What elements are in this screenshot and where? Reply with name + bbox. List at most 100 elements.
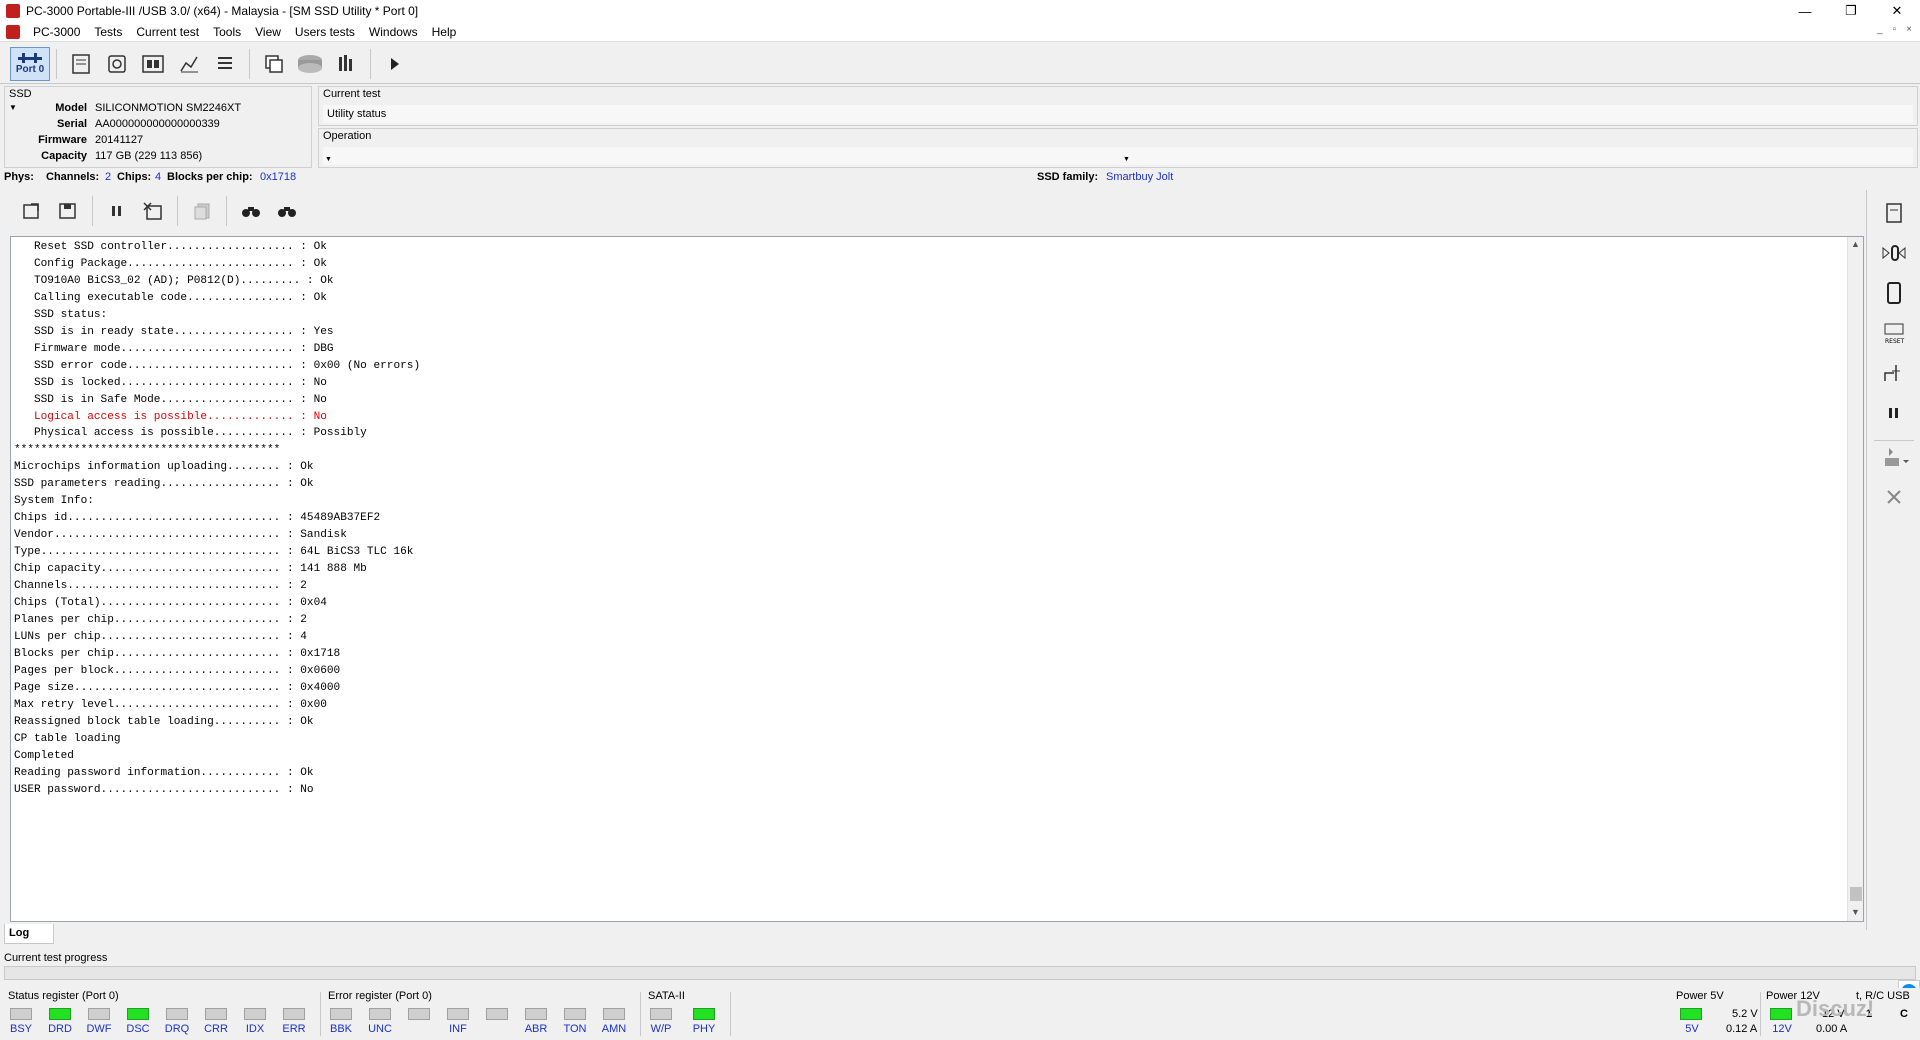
log-line: SSD is locked.......................... … <box>14 376 327 389</box>
port-button[interactable]: Port 0 <box>10 46 50 81</box>
phys-label: Phys: <box>4 171 34 183</box>
menu-windows[interactable]: Windows <box>362 25 425 39</box>
log-line: Config Package......................... … <box>14 257 327 270</box>
status-register-label: Status register (Port 0) <box>8 990 119 1002</box>
close-button[interactable]: ✕ <box>1874 0 1920 22</box>
led-drq <box>166 1008 188 1020</box>
ssd-panel: SSD ▼ Model SILICONMOTION SM2246XT Seria… <box>4 86 312 168</box>
power-toggle-icon[interactable] <box>1874 236 1914 270</box>
play-icon[interactable] <box>380 49 410 79</box>
power5-voltage: 5.2 V <box>1732 1008 1758 1020</box>
status-row: Status register (Port 0) BSY DRD DWF DSC DRQ… <box>0 988 1920 1040</box>
menu-tools[interactable]: Tools <box>206 25 248 39</box>
maximize-button[interactable]: ❐ <box>1828 0 1874 22</box>
operation-panel: Operation ▼ ▼ <box>318 128 1918 168</box>
chip-array-icon[interactable] <box>138 49 168 79</box>
led-crr <box>205 1008 227 1020</box>
toolbar-separator <box>370 48 371 79</box>
operation-select[interactable]: ▼ ▼ <box>323 147 1913 165</box>
led-label: DSC <box>126 1023 150 1035</box>
led-label: CRR <box>204 1023 228 1035</box>
ssd-family-value: Smartbuy Jolt <box>1106 171 1174 183</box>
save-log-icon[interactable] <box>53 196 83 226</box>
log-line: Vendor..................................… <box>14 529 347 542</box>
chart-icon[interactable] <box>174 49 204 79</box>
pause-icon[interactable] <box>1874 396 1914 430</box>
scroll-down-icon[interactable]: ▼ <box>1851 907 1860 917</box>
log-line: Microchips information uploading........… <box>14 461 314 474</box>
blocks-value: 0x1718 <box>260 171 297 183</box>
log-text: Reset SSD controller................... … <box>14 239 420 798</box>
power5-led-label: 5V <box>1685 1023 1699 1035</box>
probe-icon[interactable] <box>1874 356 1914 390</box>
device-icon[interactable] <box>1874 276 1914 310</box>
led-label: TON <box>563 1023 587 1035</box>
pause-icon[interactable] <box>102 196 132 226</box>
disk-image-icon[interactable] <box>295 49 325 79</box>
tab-log[interactable]: Log <box>4 924 54 944</box>
error-register-group: Error register (Port 0) BBK UNC INF ABR TON A… <box>324 988 634 1038</box>
copy-icon[interactable] <box>187 196 217 226</box>
scroll-thumb[interactable] <box>1850 887 1862 901</box>
menu-pc3000[interactable]: PC-3000 <box>26 25 87 39</box>
log-line: SSD parameters reading..................… <box>14 478 314 491</box>
log-line: Max retry level.........................… <box>14 698 327 711</box>
window-title: PC-3000 Portable-III /USB 3.0/ (x64) - M… <box>26 4 419 18</box>
find-icon[interactable] <box>236 196 266 226</box>
log-toolbar-separator <box>177 196 178 226</box>
operation-expand-icon[interactable]: ▼ <box>325 151 332 169</box>
list-icon[interactable] <box>210 49 240 79</box>
log-line: Calling executable code................ … <box>14 291 327 304</box>
led-drd <box>49 1008 71 1020</box>
mdi-restore-button[interactable]: ▫ <box>1893 24 1897 35</box>
log-toolbar <box>4 190 1864 232</box>
led-label: W/P <box>650 1023 672 1035</box>
minimize-button[interactable]: — <box>1782 0 1828 22</box>
scroll-up-icon[interactable]: ▲ <box>1851 239 1860 249</box>
log-line: Logical access is possible............. … <box>14 410 327 423</box>
open-log-icon[interactable] <box>17 196 47 226</box>
menu-users-tests[interactable]: Users tests <box>288 25 362 39</box>
document-icon[interactable] <box>6 24 20 39</box>
channels-value: 2 <box>105 171 112 183</box>
log-line: Reset SSD controller................... … <box>14 241 327 253</box>
led-wp <box>650 1008 672 1020</box>
log-toolbar-separator <box>92 196 93 226</box>
menu-tests[interactable]: Tests <box>87 25 129 39</box>
windows-cascade-icon[interactable] <box>259 49 289 79</box>
model-row: Model SILICONMOTION SM2246XT <box>5 102 305 114</box>
mdi-close-button[interactable]: × <box>1906 24 1912 35</box>
drive-info-icon[interactable] <box>66 49 96 79</box>
mdi-minimize-button[interactable]: _ <box>1877 24 1883 35</box>
find-next-icon[interactable] <box>272 196 302 226</box>
menu-help[interactable]: Help <box>425 25 464 39</box>
power5-label: Power 5V <box>1676 990 1724 1002</box>
log-output[interactable]: Reset SSD controller................... … <box>10 236 1864 922</box>
log-line: Pages per block.........................… <box>14 664 341 677</box>
progress-bar <box>4 966 1916 980</box>
log-line: Firmware mode.......................... … <box>14 342 334 355</box>
drive-info-icon[interactable] <box>1874 196 1914 230</box>
log-line: **************************************** <box>14 444 281 457</box>
title-bar: PC-3000 Portable-III /USB 3.0/ (x64) - M… <box>0 0 1920 22</box>
clear-log-icon[interactable] <box>138 196 168 226</box>
serial-row: Serial AA000000000000000339 <box>5 118 305 130</box>
capacity-row: Capacity 117 GB (229 113 856) <box>5 150 305 162</box>
chip-expand-icon[interactable] <box>1873 440 1914 474</box>
reset-icon[interactable]: RESET <box>1874 316 1914 350</box>
led-abr <box>525 1008 547 1020</box>
data-extractor-icon[interactable] <box>331 49 361 79</box>
log-scrollbar[interactable]: ▲ ▼ <box>1847 237 1863 921</box>
menu-current-test[interactable]: Current test <box>129 25 206 39</box>
power12-current: 0.00 A <box>1816 1023 1848 1035</box>
app-icon <box>6 4 20 18</box>
chip-gear-icon[interactable] <box>102 49 132 79</box>
menu-view[interactable]: View <box>248 25 288 39</box>
tools-icon[interactable] <box>1874 480 1914 514</box>
led-label: ERR <box>282 1023 306 1035</box>
led-label: DRD <box>48 1023 72 1035</box>
serial-label: Serial <box>57 118 87 130</box>
operation-label: Operation <box>323 130 372 142</box>
status-separator <box>730 992 731 1036</box>
operation-dropdown-icon[interactable]: ▼ <box>1123 151 1130 169</box>
